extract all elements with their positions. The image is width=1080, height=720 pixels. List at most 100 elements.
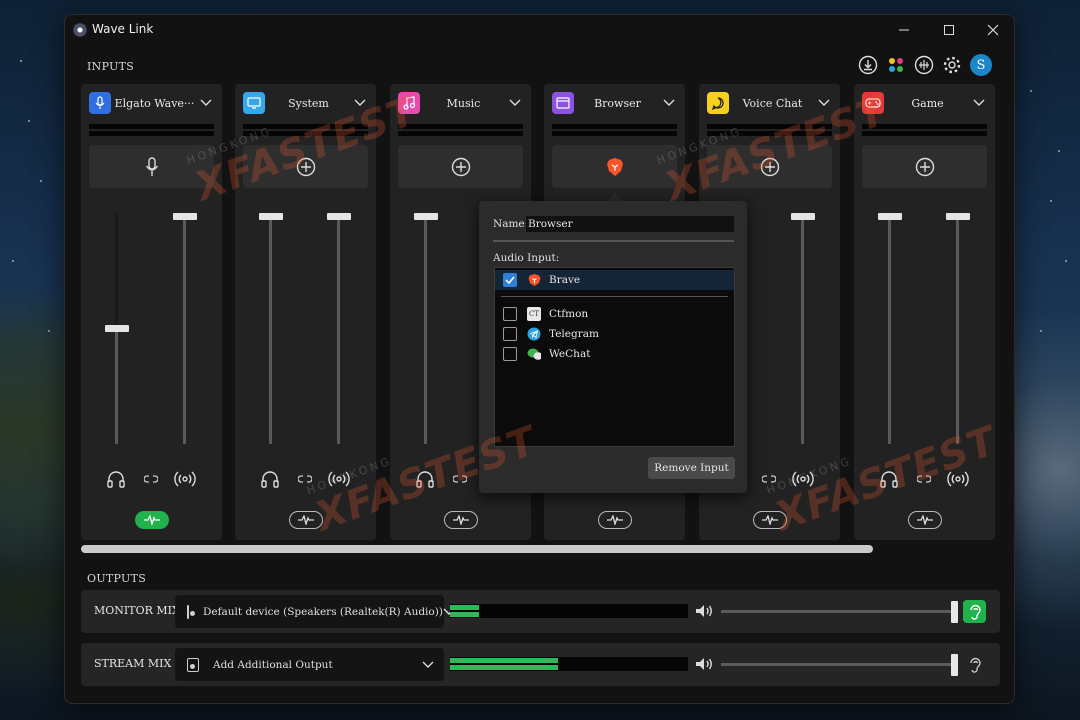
link-icon	[453, 475, 467, 483]
link-button[interactable]	[914, 468, 934, 490]
list-item-telegram[interactable]: Telegram	[495, 324, 734, 344]
checkbox[interactable]	[503, 327, 517, 341]
settings-button[interactable]	[942, 55, 962, 75]
effects-toggle-button[interactable]	[134, 511, 169, 529]
stream-volume-track[interactable]	[956, 216, 959, 444]
add-source-button[interactable]	[243, 145, 368, 188]
channel-menu-chevron-down-icon[interactable]	[971, 95, 987, 111]
level-meter-right	[707, 131, 832, 136]
waveform-icon	[452, 515, 469, 525]
monitor-volume-track[interactable]	[269, 216, 272, 444]
speaker-volume-icon[interactable]	[694, 655, 714, 673]
marketplace-icon	[889, 58, 903, 72]
channel-header: Game	[862, 92, 987, 114]
effects-toggle-button[interactable]	[752, 511, 787, 529]
level-meter-right	[862, 131, 987, 136]
channel-menu-chevron-down-icon[interactable]	[352, 95, 368, 111]
close-icon	[987, 24, 999, 36]
ear-icon	[969, 604, 981, 620]
outputs-section-label: OUTPUTS	[87, 572, 147, 585]
stream-volume-slider[interactable]	[173, 213, 197, 220]
stream-mute-button[interactable]	[327, 468, 351, 490]
mic-settings-button[interactable]	[914, 55, 934, 75]
link-button[interactable]	[450, 468, 470, 490]
add-source-button[interactable]	[707, 145, 832, 188]
channel-menu-chevron-down-icon[interactable]	[507, 95, 523, 111]
channel-name-input[interactable]	[526, 216, 734, 232]
effects-toggle-button[interactable]	[288, 511, 323, 529]
brave-source-button[interactable]	[552, 145, 677, 188]
check-icon	[505, 276, 515, 284]
link-button[interactable]	[759, 468, 779, 490]
listen-toggle-button[interactable]	[963, 600, 986, 623]
monitor-volume-track[interactable]	[888, 216, 891, 444]
stream-volume-slider[interactable]	[327, 213, 351, 220]
marketplace-button[interactable]	[886, 55, 906, 75]
maximize-button[interactable]	[926, 15, 972, 45]
monitor-volume-slider[interactable]	[259, 213, 283, 220]
monitor-mute-button[interactable]	[878, 468, 900, 490]
output-name: MONITOR MIX	[94, 604, 180, 617]
output-volume-track[interactable]	[721, 663, 955, 666]
speaker-volume-icon[interactable]	[694, 602, 714, 620]
scrollbar-thumb[interactable]	[81, 545, 873, 553]
output-device-select[interactable]: Add Additional Output	[175, 648, 444, 681]
add-source-button[interactable]	[398, 145, 523, 188]
list-item-ctfmon[interactable]: CT Ctfmon	[495, 304, 734, 324]
minimize-button[interactable]	[881, 15, 927, 45]
stream-volume-track[interactable]	[337, 216, 340, 444]
monitor-volume-track[interactable]	[424, 216, 427, 444]
level-bar-left	[450, 658, 558, 663]
remove-input-button[interactable]: Remove Input	[648, 457, 735, 479]
checkbox-checked[interactable]	[503, 273, 517, 287]
stream-mute-button[interactable]	[173, 468, 197, 490]
audio-input-label: Audio Input:	[493, 252, 560, 264]
effects-toggle-button[interactable]	[907, 511, 942, 529]
level-meter-left	[243, 124, 368, 129]
inputs-horizontal-scrollbar[interactable]	[81, 545, 995, 553]
channel-menu-chevron-down-icon[interactable]	[661, 95, 677, 111]
channel-source-button[interactable]	[89, 145, 214, 188]
monitor-volume-slider[interactable]	[878, 213, 902, 220]
chat-bubble-icon	[707, 92, 729, 114]
stream-volume-slider[interactable]	[791, 213, 815, 220]
monitor-volume-fill	[115, 329, 118, 444]
listen-toggle-button[interactable]	[963, 653, 986, 676]
download-button[interactable]	[858, 55, 878, 75]
checkbox[interactable]	[503, 347, 517, 361]
stream-volume-track[interactable]	[801, 216, 804, 444]
output-volume-track[interactable]	[721, 610, 955, 613]
list-item-brave[interactable]: Brave	[495, 270, 734, 290]
close-button[interactable]	[970, 15, 1014, 45]
output-device-value: Default device (Speakers (Realtek(R) Aud…	[203, 605, 443, 618]
channel-menu-chevron-down-icon[interactable]	[816, 95, 832, 111]
monitor-mute-button[interactable]	[105, 468, 127, 490]
effects-toggle-button[interactable]	[443, 511, 478, 529]
channel-name: System	[288, 96, 329, 110]
minimize-icon	[899, 29, 909, 31]
ctfmon-icon: CT	[527, 307, 541, 321]
checkbox[interactable]	[503, 307, 517, 321]
monitor-volume-slider[interactable]	[414, 213, 438, 220]
stream-volume-track[interactable]	[183, 216, 186, 444]
channel-name: Browser	[594, 96, 641, 110]
stream-mute-button[interactable]	[791, 468, 815, 490]
monitor-mute-button[interactable]	[414, 468, 436, 490]
stream-volume-slider[interactable]	[946, 213, 970, 220]
monitor-mute-button[interactable]	[259, 468, 281, 490]
link-button[interactable]	[295, 468, 315, 490]
add-source-button[interactable]	[862, 145, 987, 188]
monitor-volume-slider[interactable]	[105, 325, 129, 332]
output-volume-slider[interactable]	[951, 601, 958, 623]
channel-menu-chevron-down-icon[interactable]	[198, 95, 214, 111]
user-avatar[interactable]: S	[970, 54, 992, 76]
channel-name: Music	[446, 96, 481, 110]
stream-mute-button[interactable]	[946, 468, 970, 490]
waveform-icon	[143, 515, 160, 525]
speaker-device-icon	[187, 604, 195, 619]
output-device-select[interactable]: Default device (Speakers (Realtek(R) Aud…	[175, 595, 455, 628]
output-volume-slider[interactable]	[951, 654, 958, 676]
list-item-wechat[interactable]: WeChat	[495, 344, 734, 364]
link-button[interactable]	[141, 468, 161, 490]
effects-toggle-button[interactable]	[597, 511, 632, 529]
